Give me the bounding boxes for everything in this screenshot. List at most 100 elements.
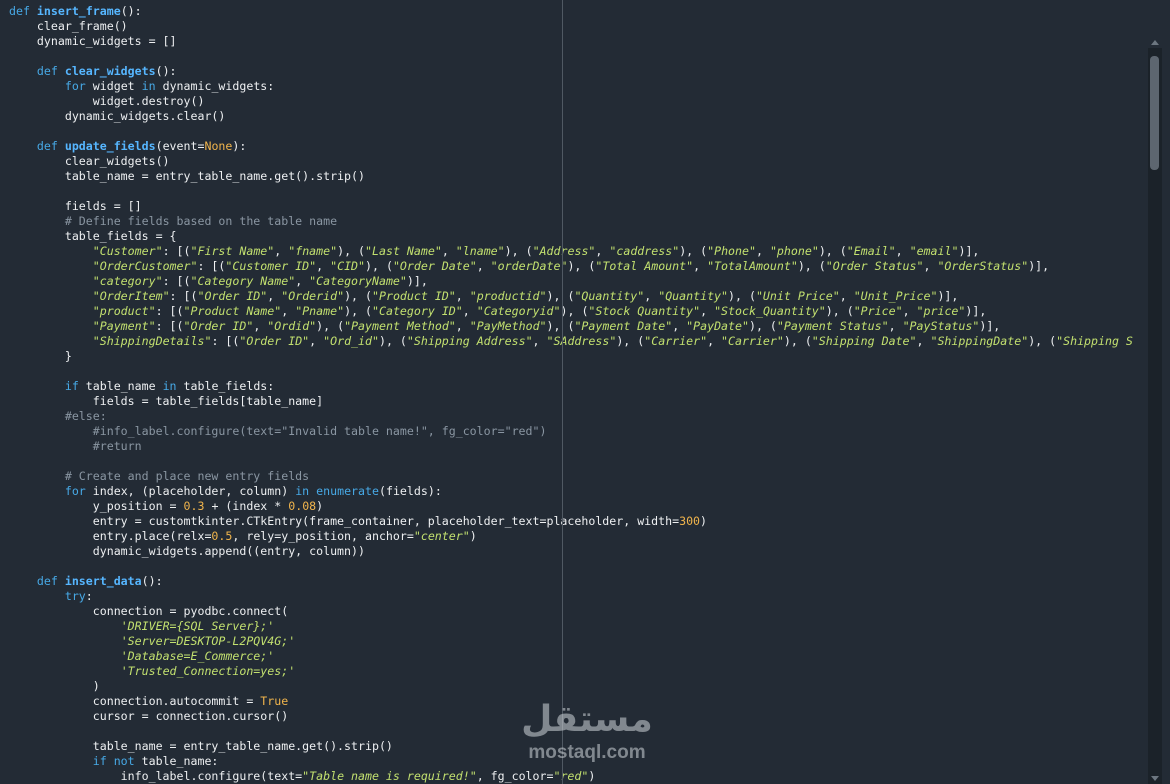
code-token: "Price" bbox=[853, 304, 903, 318]
code-token: ), ( bbox=[337, 244, 366, 258]
code-token: ), ( bbox=[797, 259, 826, 273]
code-token: ), ( bbox=[679, 244, 708, 258]
code-token: "Last Name" bbox=[365, 244, 442, 258]
code-token: "Quantity" bbox=[658, 289, 729, 303]
code-line[interactable]: dynamic_widgets = [] bbox=[9, 34, 1139, 49]
code-line[interactable]: "OrderItem": [("Order ID", "Orderid"), (… bbox=[9, 289, 1139, 304]
code-token: , bbox=[455, 319, 470, 333]
code-line[interactable]: # Define fields based on the table name bbox=[9, 214, 1139, 229]
code-token: , rely=y_position, anchor= bbox=[232, 529, 414, 543]
code-line[interactable]: connection = pyodbc.connect( bbox=[9, 604, 1139, 619]
code-editor[interactable]: def insert_frame(): clear_frame() dynami… bbox=[0, 0, 1170, 784]
code-token: "price" bbox=[916, 304, 966, 318]
code-token: # Define fields based on the table name bbox=[64, 214, 338, 228]
code-line[interactable]: fields = [] bbox=[9, 199, 1139, 214]
scroll-up-arrow-icon[interactable] bbox=[1151, 40, 1159, 45]
code-token: connection = pyodbc.connect( bbox=[9, 604, 289, 618]
code-token: ), ( bbox=[344, 304, 373, 318]
code-line[interactable]: entry.place(relx=0.5, rely=y_position, a… bbox=[9, 529, 1139, 544]
code-token: ), ( bbox=[546, 289, 575, 303]
code-line[interactable]: try: bbox=[9, 589, 1139, 604]
code-line[interactable]: "Payment": [("Order ID", "Ordid"), ("Pay… bbox=[9, 319, 1139, 334]
code-line[interactable]: dynamic_widgets.clear() bbox=[9, 109, 1139, 124]
code-token: "Order Date" bbox=[392, 259, 477, 273]
code-line[interactable]: widget.destroy() bbox=[9, 94, 1139, 109]
code-line[interactable] bbox=[9, 184, 1139, 199]
code-token: (): bbox=[141, 574, 163, 588]
code-line[interactable] bbox=[9, 454, 1139, 469]
code-line[interactable] bbox=[9, 364, 1139, 379]
margin-guide-line bbox=[562, 0, 563, 784]
code-line[interactable]: # Create and place new entry fields bbox=[9, 469, 1139, 484]
code-line[interactable] bbox=[9, 49, 1139, 64]
code-token: "CID" bbox=[330, 259, 366, 273]
code-line[interactable]: def clear_widgets(): bbox=[9, 64, 1139, 79]
scroll-down-arrow-icon[interactable] bbox=[1151, 776, 1159, 781]
code-token: ) bbox=[9, 679, 100, 693]
code-token: "SAddress" bbox=[546, 334, 617, 348]
code-line[interactable]: } bbox=[9, 349, 1139, 364]
code-area[interactable]: def insert_frame(): clear_frame() dynami… bbox=[9, 4, 1139, 784]
code-line[interactable]: 'Trusted_Connection=yes;' bbox=[9, 664, 1139, 679]
code-line[interactable]: "ShippingDetails": [("Order ID", "Ord_id… bbox=[9, 334, 1139, 349]
code-line[interactable]: clear_widgets() bbox=[9, 154, 1139, 169]
code-token: , bbox=[902, 304, 917, 318]
code-token: y_position = bbox=[9, 499, 184, 513]
code-line[interactable]: "Customer": [("First Name", "fname"), ("… bbox=[9, 244, 1139, 259]
code-line[interactable]: table_name = entry_table_name.get().stri… bbox=[9, 169, 1139, 184]
code-token: , bbox=[441, 244, 456, 258]
code-line[interactable]: y_position = 0.3 + (index * 0.08) bbox=[9, 499, 1139, 514]
code-line[interactable] bbox=[9, 124, 1139, 139]
code-token: try bbox=[64, 589, 86, 603]
code-token: 'DRIVER={SQL Server};' bbox=[120, 619, 275, 633]
code-token: ), ( bbox=[316, 319, 345, 333]
code-line[interactable]: if table_name in table_fields: bbox=[9, 379, 1139, 394]
code-token: , bbox=[700, 304, 715, 318]
code-line[interactable]: 'Server=DESKTOP-L2PQV4G;' bbox=[9, 634, 1139, 649]
code-token: "OrderCustomer" bbox=[92, 259, 198, 273]
code-line[interactable]: def insert_frame(): bbox=[9, 4, 1139, 19]
code-line[interactable] bbox=[9, 559, 1139, 574]
code-token: "Pname" bbox=[295, 304, 345, 318]
code-line[interactable]: info_label.configure(text="Table name is… bbox=[9, 769, 1139, 784]
code-line[interactable]: #else: bbox=[9, 409, 1139, 424]
code-line[interactable]: def update_fields(event=None): bbox=[9, 139, 1139, 154]
code-line[interactable]: ) bbox=[9, 679, 1139, 694]
code-token: , bbox=[253, 319, 268, 333]
code-line[interactable]: #info_label.configure(text="Invalid tabl… bbox=[9, 424, 1139, 439]
code-token: "Categoryid" bbox=[476, 304, 561, 318]
code-line[interactable]: def insert_data(): bbox=[9, 574, 1139, 589]
code-token: entry.place(relx= bbox=[9, 529, 212, 543]
code-line[interactable]: fields = table_fields[table_name] bbox=[9, 394, 1139, 409]
code-line[interactable]: 'Database=E_Commerce;' bbox=[9, 649, 1139, 664]
code-line[interactable]: "OrderCustomer": [("Customer ID", "CID")… bbox=[9, 259, 1139, 274]
code-line[interactable]: for index, (placeholder, column) in enum… bbox=[9, 484, 1139, 499]
scrollbar-thumb[interactable] bbox=[1150, 56, 1159, 170]
code-token: "orderDate" bbox=[490, 259, 568, 273]
code-token: ), ( bbox=[818, 244, 847, 258]
code-token: if bbox=[64, 379, 79, 393]
code-line[interactable]: "product": [("Product Name", "Pname"), (… bbox=[9, 304, 1139, 319]
code-line[interactable]: clear_frame() bbox=[9, 19, 1139, 34]
code-token: , bbox=[455, 289, 470, 303]
code-line[interactable]: 'DRIVER={SQL Server};' bbox=[9, 619, 1139, 634]
code-line[interactable]: entry = customtkinter.CTkEntry(frame_con… bbox=[9, 514, 1139, 529]
code-line[interactable]: dynamic_widgets.append((entry, column)) bbox=[9, 544, 1139, 559]
code-token: "ShippingDate" bbox=[930, 334, 1029, 348]
code-line[interactable]: for widget in dynamic_widgets: bbox=[9, 79, 1139, 94]
code-token: "Order ID" bbox=[197, 289, 268, 303]
code-line[interactable]: #return bbox=[9, 439, 1139, 454]
code-token: for bbox=[64, 484, 86, 498]
code-token: "Orderid" bbox=[281, 289, 345, 303]
code-token: ) bbox=[700, 514, 708, 528]
code-line[interactable]: table_fields = { bbox=[9, 229, 1139, 244]
code-line[interactable]: "category": [("Category Name", "Category… bbox=[9, 274, 1139, 289]
